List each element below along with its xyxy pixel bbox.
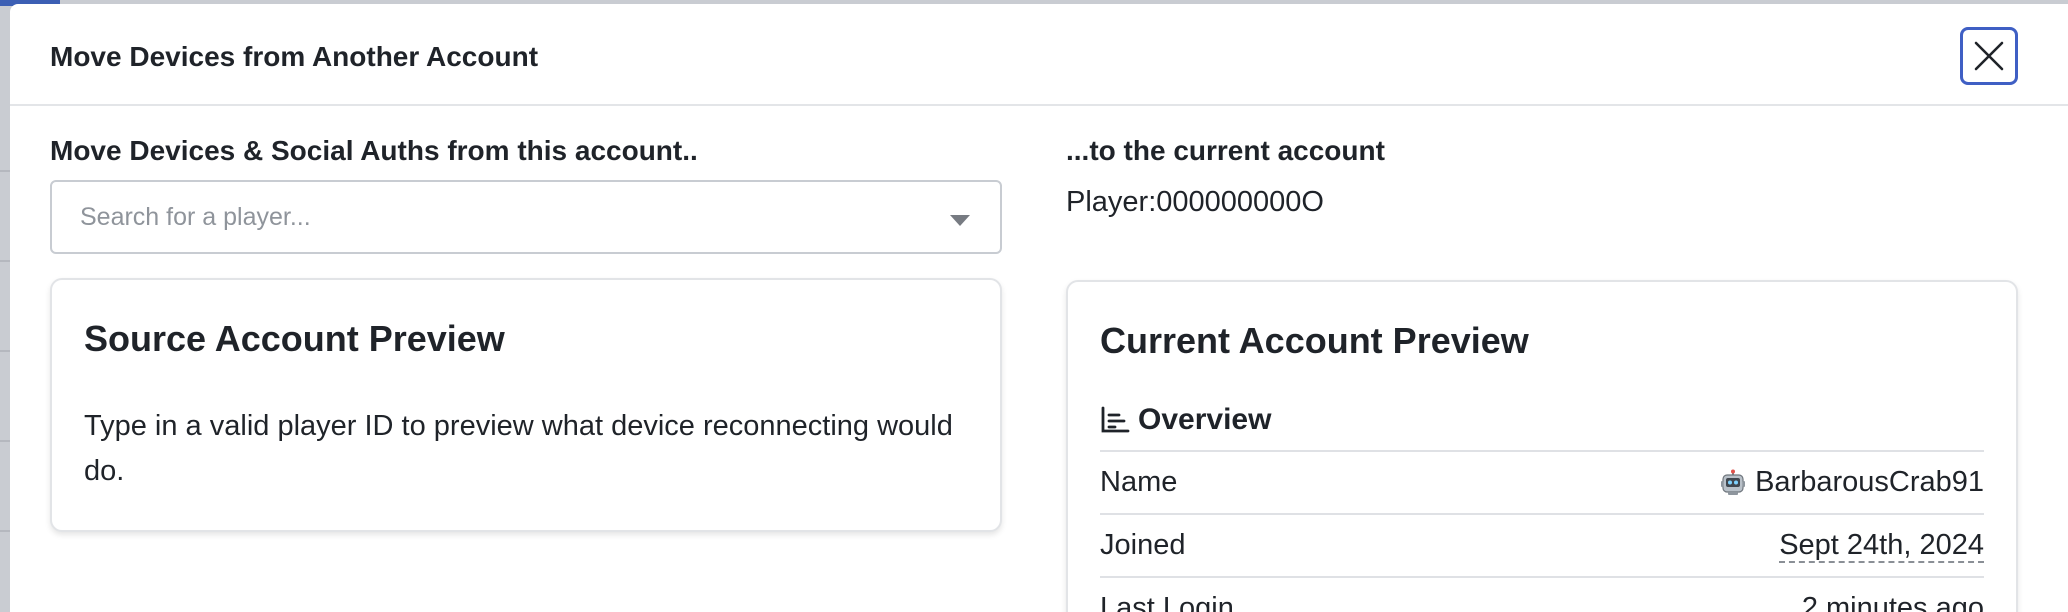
chevron-down-icon[interactable] xyxy=(950,215,970,226)
overview-row-last-login: Last Login 2 minutes ago xyxy=(1100,576,1984,612)
player-search-select[interactable]: Search for a player... xyxy=(50,180,1002,254)
source-account-section: Move Devices & Social Auths from this ac… xyxy=(50,134,1002,254)
source-account-label: Move Devices & Social Auths from this ac… xyxy=(50,135,698,166)
source-account-preview-card: Source Account Preview Type in a valid p… xyxy=(50,278,1002,532)
joined-date-value[interactable]: Sept 24th, 2024 xyxy=(1779,529,1984,563)
current-player-id: Player:000000000O xyxy=(1066,186,1324,218)
move-devices-modal: Move Devices from Another Account Move D… xyxy=(10,4,2068,612)
source-preview-title: Source Account Preview xyxy=(84,318,505,359)
player-search-placeholder: Search for a player... xyxy=(80,203,311,231)
overview-label: Overview xyxy=(1138,403,1272,436)
modal-header: Move Devices from Another Account xyxy=(10,4,2068,106)
overview-heading: Overview xyxy=(1100,402,1271,438)
last-login-value[interactable]: 2 minutes ago xyxy=(1802,592,1984,612)
target-account-label: ...to the current account xyxy=(1066,135,1385,166)
overview-row-name: Name BarbarousCrab91 xyxy=(1100,450,1984,513)
close-button[interactable] xyxy=(1960,27,2018,85)
bar-chart-icon xyxy=(1101,406,1130,433)
modal-title: Move Devices from Another Account xyxy=(50,41,539,72)
close-icon xyxy=(1974,41,2004,71)
row-label: Joined xyxy=(1100,529,1186,561)
target-account-section: ...to the current account Player:0000000… xyxy=(1066,134,2018,220)
current-preview-title: Current Account Preview xyxy=(1100,320,1529,361)
robot-icon xyxy=(1721,469,1746,495)
row-value: BarbarousCrab91 xyxy=(1719,466,1984,499)
overview-table: Name BarbarousCrab91 Joined Sept 24th, 2… xyxy=(1100,450,1984,612)
source-preview-text: Type in a valid player ID to preview wha… xyxy=(84,410,953,487)
player-name-value: BarbarousCrab91 xyxy=(1755,466,1984,498)
row-label: Name xyxy=(1100,466,1178,498)
row-label: Last Login xyxy=(1100,592,1234,612)
current-account-preview-card: Current Account Preview Overview Name Ba… xyxy=(1066,280,2018,612)
overview-row-joined: Joined Sept 24th, 2024 xyxy=(1100,513,1984,576)
